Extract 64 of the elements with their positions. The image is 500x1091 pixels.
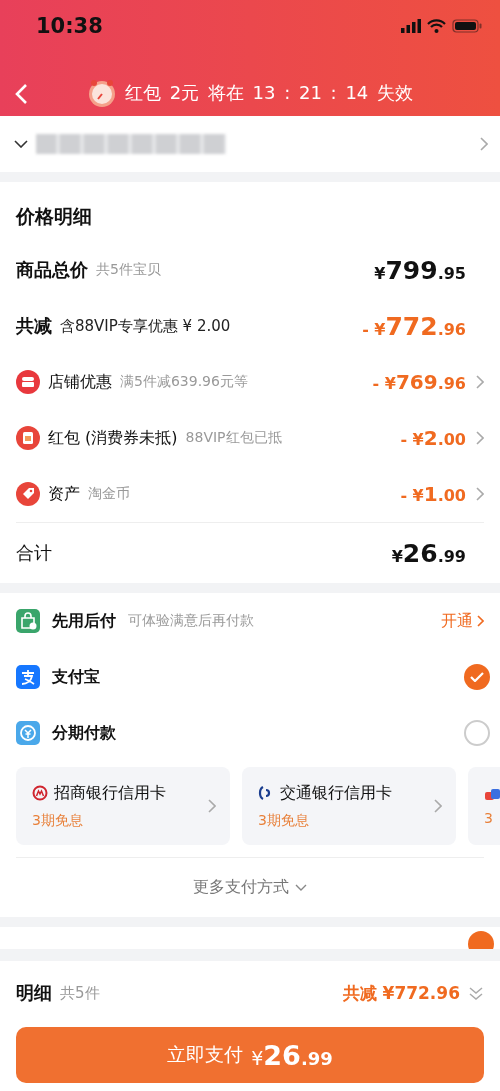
- details-label: 明细: [16, 981, 52, 1005]
- battery-icon: [452, 19, 482, 33]
- chevron-right-icon: [477, 615, 484, 627]
- saving-total: 共减 ¥772.96: [342, 981, 460, 1005]
- row-label: 资产: [48, 483, 80, 505]
- item-count: 共5件: [60, 983, 100, 1003]
- chevron-right-icon: [476, 375, 484, 389]
- row-note: 淘金币: [88, 485, 130, 503]
- row-note: 满5件减639.96元等: [120, 373, 248, 391]
- price: ¥799.95: [374, 255, 466, 285]
- signal-icon: [401, 19, 421, 33]
- chevron-right-icon: [208, 799, 216, 813]
- installment-icon: [16, 721, 40, 745]
- price: - ¥1.00: [400, 482, 466, 506]
- activate-link[interactable]: 开通: [441, 610, 484, 632]
- status-time: 10:38: [36, 14, 103, 38]
- check-icon: [470, 672, 484, 682]
- row-label: 合计: [16, 541, 52, 565]
- offer-text: 3期免息: [32, 811, 84, 830]
- payment-note: 可体验满意后再付款: [128, 612, 254, 630]
- price: - ¥2.00: [400, 426, 466, 450]
- more-methods-button[interactable]: 更多支付方式: [16, 857, 484, 917]
- offer-text: 3期免息: [258, 811, 310, 830]
- section-title: 价格明细: [16, 204, 93, 229]
- store-icon: [16, 370, 40, 394]
- offer-text: 3: [484, 810, 494, 826]
- double-chevron-icon[interactable]: [468, 985, 484, 1001]
- chevron-down-icon: [295, 883, 307, 892]
- bank-name: 交通银行信用卡: [280, 782, 392, 804]
- row-label: 店铺优惠: [48, 371, 112, 393]
- shopping-bag-icon: [16, 609, 40, 633]
- row-note: 含88VIP专享优惠 ¥ 2.00: [60, 316, 231, 336]
- row-label: 商品总价: [16, 258, 88, 282]
- radio-button[interactable]: [464, 664, 490, 690]
- price: - ¥769.96: [372, 370, 466, 394]
- bank-card[interactable]: 招商银行信用卡 3期免息: [16, 767, 230, 845]
- chevron-right-icon: [434, 799, 442, 813]
- bank-logo-icon: [32, 785, 48, 801]
- payment-label: 先用后付: [52, 610, 116, 632]
- bank-name: 招商银行信用卡: [54, 782, 166, 804]
- bank-card[interactable]: 3: [468, 767, 500, 845]
- row-note: 88VIP红包已抵: [185, 429, 282, 447]
- wifi-icon: [427, 19, 446, 33]
- chevron-right-icon: [476, 487, 484, 501]
- row-label: 共减: [16, 314, 52, 338]
- tag-icon: [16, 482, 40, 506]
- price: - ¥772.96: [362, 311, 466, 341]
- row-note: 共5件宝贝: [96, 261, 161, 279]
- payment-label: 支付宝: [52, 666, 100, 688]
- chevron-right-icon: [480, 137, 488, 151]
- chevron-down-icon: [14, 140, 28, 148]
- alipay-icon: [16, 665, 40, 689]
- countdown-text: 红包 2元 将在 13 : 21 : 14 失效: [124, 81, 414, 105]
- bank-card[interactable]: 交通银行信用卡 3期免息: [242, 767, 456, 845]
- chevron-right-icon: [476, 431, 484, 445]
- alarm-clock-icon: [86, 78, 117, 108]
- back-icon[interactable]: [14, 83, 28, 105]
- envelope-icon: [16, 426, 40, 450]
- pay-button[interactable]: 立即支付 ¥26.99: [16, 1027, 484, 1083]
- payment-label: 分期付款: [52, 722, 116, 744]
- price: ¥26.99: [391, 538, 466, 568]
- row-label: 红包 (消费券未抵): [48, 427, 178, 449]
- radio-button[interactable]: [464, 720, 490, 746]
- bank-logo-icon: [484, 786, 500, 802]
